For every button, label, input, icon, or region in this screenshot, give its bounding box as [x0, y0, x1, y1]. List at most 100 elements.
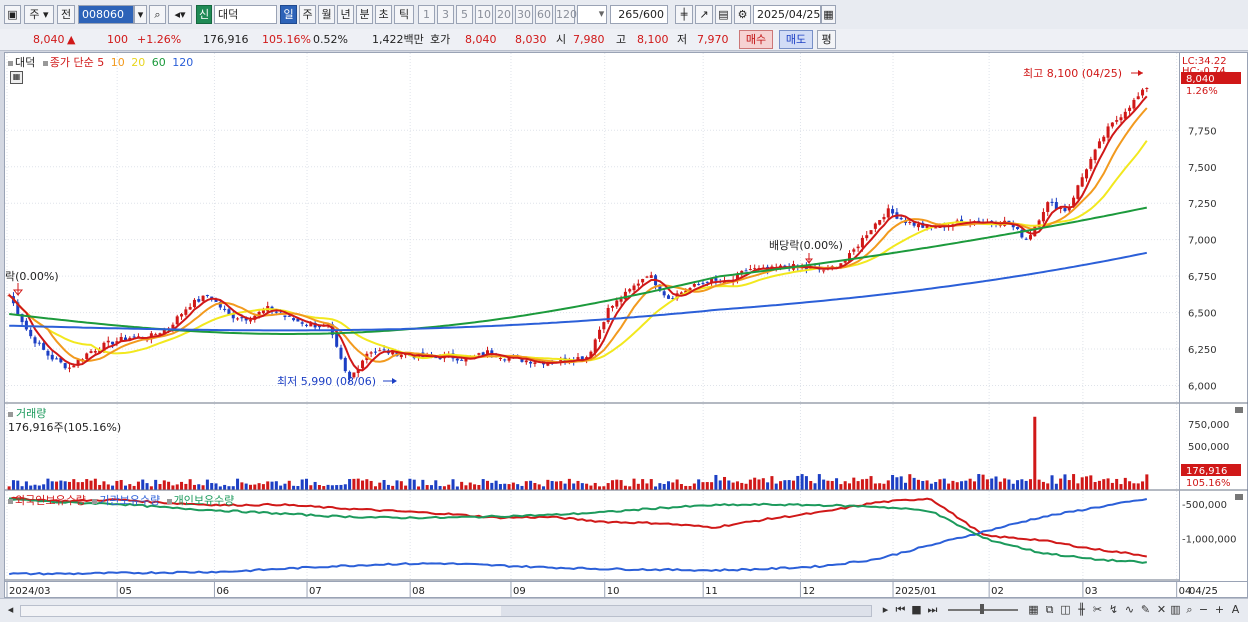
zoom-in-icon[interactable]: +: [1212, 602, 1227, 617]
interval-20[interactable]: 20: [495, 5, 513, 24]
legend-individual[interactable]: 개인보유수량: [174, 494, 235, 507]
volume-bar: [813, 483, 817, 490]
calendar-icon[interactable]: ▦: [821, 5, 836, 24]
date-input[interactable]: 2025/04/25: [753, 5, 821, 24]
zoom-slider-handle[interactable]: [980, 604, 984, 614]
candle-icon[interactable]: ╪: [675, 5, 693, 24]
market-select[interactable]: 전: [57, 5, 75, 24]
scissors-icon[interactable]: ✂: [1090, 602, 1105, 617]
calculator-icon[interactable]: ▦: [10, 71, 23, 84]
layout-icon[interactable]: ◫: [1058, 602, 1073, 617]
period-tab-year[interactable]: 년: [337, 5, 354, 24]
panel-close-icon[interactable]: [1235, 407, 1243, 413]
wave-icon[interactable]: ∿: [1122, 602, 1137, 617]
period-tab-day[interactable]: 일: [280, 5, 297, 24]
candle: [1097, 141, 1101, 149]
dividend-annotation: 배당락(0.00%): [769, 239, 843, 252]
interval-5[interactable]: 5: [456, 5, 473, 24]
save-icon[interactable]: ▤: [715, 5, 732, 24]
volume-bar: [274, 481, 278, 490]
zoom-out-icon[interactable]: −: [1196, 602, 1211, 617]
high-price: 8,100: [637, 33, 669, 46]
interval-10[interactable]: 10: [475, 5, 493, 24]
grid-icon[interactable]: ▦: [1026, 602, 1041, 617]
code-dropdown-icon[interactable]: ▾: [134, 5, 147, 24]
period-tab-month[interactable]: 월: [318, 5, 335, 24]
interval-60[interactable]: 60: [535, 5, 553, 24]
volume-bar: [615, 479, 619, 490]
ma120-label[interactable]: 120: [172, 56, 193, 69]
volume-bar: [662, 484, 666, 490]
draw-line-icon[interactable]: ↗: [695, 5, 713, 24]
bar-icon[interactable]: ▥: [1168, 602, 1183, 617]
buy-button[interactable]: 매수: [739, 30, 773, 49]
volume-bar: [1089, 475, 1093, 490]
interval-30[interactable]: 30: [515, 5, 533, 24]
candle: [197, 299, 201, 302]
forward-icon[interactable]: ⏭: [925, 602, 940, 617]
tools-icon[interactable]: ✕: [1154, 602, 1169, 617]
auto-scale-icon[interactable]: A: [1228, 602, 1243, 617]
volume-bar: [339, 484, 343, 490]
candle: [1033, 226, 1037, 237]
period-tab-tick[interactable]: 틱: [394, 5, 414, 24]
interval-120[interactable]: 120: [555, 5, 577, 24]
brush-icon[interactable]: ✎: [1138, 602, 1153, 617]
sell-button[interactable]: 매도: [779, 30, 813, 49]
gear-icon[interactable]: ⚙: [734, 5, 751, 24]
candle: [132, 336, 136, 338]
stock-code-input[interactable]: 008060: [78, 5, 134, 24]
interval-3[interactable]: 3: [437, 5, 454, 24]
period-tab-second[interactable]: 초: [375, 5, 392, 24]
rewind-icon[interactable]: ⏮: [893, 602, 908, 617]
volume-bar: [481, 479, 485, 490]
search-icon[interactable]: ⌕: [149, 5, 166, 24]
ma-label[interactable]: 종가 단순: [50, 56, 94, 69]
trend-icon[interactable]: ↯: [1106, 602, 1121, 617]
stock-name-field[interactable]: 대덕: [214, 5, 277, 24]
right-price-scale[interactable]: LC:34.22 HC:-0.74 8,040 1.26% 176,916 10…: [1180, 52, 1248, 582]
chart-type-icon[interactable]: ▣: [4, 5, 21, 24]
volume-bar: [899, 476, 903, 490]
volume-tag: 176,916: [1186, 466, 1227, 477]
ma10-label[interactable]: 10: [111, 56, 125, 69]
candle: [42, 343, 46, 350]
horizontal-scrollbar[interactable]: [20, 605, 872, 617]
volume-bar: [791, 480, 795, 490]
compare-icon[interactable]: ⧉: [1042, 602, 1057, 617]
volume-bar: [468, 482, 472, 490]
volume-bar: [248, 484, 252, 490]
average-button[interactable]: 평: [817, 30, 836, 49]
bar-count-field[interactable]: 265/600: [610, 5, 668, 24]
price-legend-name[interactable]: 대덕: [15, 56, 35, 69]
volume-bar: [882, 483, 886, 490]
interval-1[interactable]: 1: [418, 5, 435, 24]
candle: [645, 276, 649, 278]
candle: [529, 361, 533, 364]
interval-dropdown-icon[interactable]: ▾: [596, 5, 607, 24]
chart-area[interactable]: 최고 8,100 (04/25) 최저 5,990 (08/06) 배당락(0.…: [4, 52, 1180, 582]
ma60-label[interactable]: 60: [152, 56, 166, 69]
stop-icon[interactable]: ■: [909, 602, 924, 617]
volume-bar: [602, 486, 606, 490]
volume-bar: [11, 480, 15, 490]
speaker-icon[interactable]: ◂▾: [168, 5, 192, 24]
period-tab-minute[interactable]: 분: [356, 5, 373, 24]
period-tab-week[interactable]: 주: [299, 5, 316, 24]
volume-bar: [184, 483, 188, 490]
legend-institution[interactable]: 기관보유수량: [99, 494, 160, 507]
panel-close-icon[interactable]: [1235, 494, 1243, 500]
volume-bar: [753, 477, 757, 490]
legend-foreign[interactable]: 외국인보유수량: [15, 494, 86, 507]
scroll-left-icon[interactable]: ◂: [3, 602, 18, 617]
scrollbar-thumb[interactable]: [501, 606, 871, 616]
volume-bar: [115, 480, 119, 490]
scroll-right-icon[interactable]: ▸: [878, 602, 893, 617]
ma5-label[interactable]: 5: [97, 56, 104, 69]
volume-bar: [546, 479, 550, 490]
chart-icon[interactable]: ╫: [1074, 602, 1089, 617]
magnifier-icon[interactable]: ⌕: [1182, 602, 1197, 617]
period-type-select[interactable]: 주 ▾: [24, 5, 54, 24]
ma20-label[interactable]: 20: [131, 56, 145, 69]
volume-bar: [649, 479, 653, 490]
